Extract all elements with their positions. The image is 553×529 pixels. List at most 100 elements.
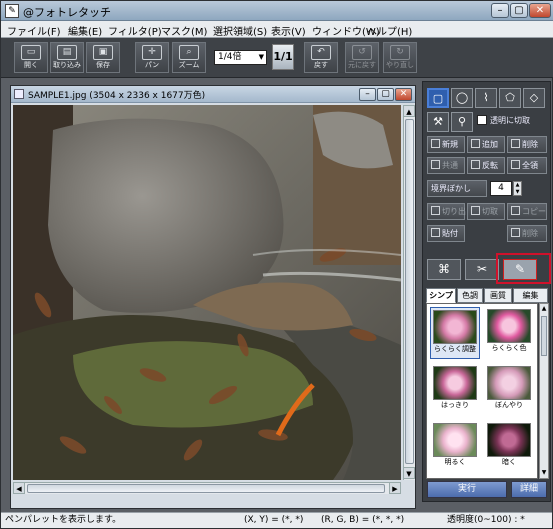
feather-edge-button[interactable]: 境界ぼかし [427, 180, 487, 197]
feather-amount-spinner[interactable]: ▲ ▼ [513, 181, 522, 196]
scroll-up-arrow[interactable]: ▲ [540, 304, 548, 313]
cut-out-icon [431, 206, 440, 215]
invert-selection-button[interactable]: 反転 [467, 157, 505, 174]
document-title: SAMPLE1.jpg (3504 x 2336 x 1677万色) [28, 91, 206, 101]
magic-wand-tool[interactable]: ⚒ [427, 112, 449, 132]
menu-mask[interactable]: マスク(M) [161, 23, 207, 38]
vertical-scrollbar[interactable]: ▲ ▼ [403, 105, 415, 480]
transparent-cut-checkbox[interactable] [477, 115, 487, 125]
tool-palette: ▢ ◯ ⌇ ⬠ ◇ ⚒ ⚲ 透明に切取 新規 追加 削除 共通 反転 全領 境界… [422, 81, 551, 502]
pan-button[interactable]: ✛ パン [135, 42, 169, 73]
add-selection-icon [471, 139, 480, 148]
effect-list-scrollbar[interactable]: ▲ ▼ [539, 303, 549, 479]
undo-icon: ↺ [352, 45, 372, 60]
photo-canvas[interactable] [13, 105, 401, 480]
open-button[interactable]: ▭ 開く [14, 42, 48, 73]
scroll-down-arrow[interactable]: ▼ [403, 467, 415, 479]
scroll-down-arrow[interactable]: ▼ [540, 468, 548, 477]
vertical-scroll-thumb[interactable] [405, 119, 414, 464]
scroll-right-arrow[interactable]: ▶ [389, 482, 401, 494]
curve-select-tool[interactable]: ◇ [523, 88, 545, 108]
tab-tone[interactable]: 色調 [457, 288, 483, 303]
run-button[interactable]: 実行 [427, 481, 507, 498]
title-bar: ✎ @フォトレタッチ – ▢ ✕ [1, 1, 553, 21]
horizontal-scroll-thumb[interactable] [27, 484, 385, 493]
save-button[interactable]: ▣ 保存 [86, 42, 120, 73]
effect-easy-adjust[interactable]: らくらく調整 [430, 307, 480, 359]
new-selection-icon [431, 139, 440, 148]
effect-sharpen[interactable]: はっきり [430, 364, 480, 416]
doc-close-button[interactable]: ✕ [395, 88, 412, 101]
effect-thumbnail [433, 423, 477, 457]
menu-file[interactable]: ファイル(F) [7, 23, 61, 38]
tab-edit[interactable]: 編集 [513, 288, 548, 303]
folder-icon: ▭ [21, 45, 41, 60]
effect-list-scroll-thumb[interactable] [541, 316, 547, 356]
menu-edit[interactable]: 編集(E) [68, 23, 102, 38]
rectangle-select-tool[interactable]: ▢ [427, 88, 449, 108]
redo-button[interactable]: ↻ やり直し [383, 42, 417, 73]
effect-thumbnail [487, 309, 531, 343]
polygon-select-tool[interactable]: ⬠ [499, 88, 521, 108]
photo-image [13, 105, 401, 480]
new-selection-button[interactable]: 新規 [427, 136, 465, 153]
app-icon: ✎ [5, 4, 19, 18]
subtract-selection-button[interactable]: 削除 [507, 136, 547, 153]
transparent-cut-label: 透明に切取 [490, 116, 530, 125]
menu-help[interactable]: ヘルプ(H) [367, 23, 412, 38]
paste-button[interactable]: 貼付 [427, 225, 465, 242]
close-button[interactable]: ✕ [529, 3, 551, 18]
doc-maximize-button[interactable]: ▢ [377, 88, 394, 101]
brush-palette-tab[interactable]: ✂ [465, 259, 499, 280]
redo-icon: ↻ [390, 45, 410, 60]
add-selection-button[interactable]: 追加 [467, 136, 505, 153]
subtract-selection-icon [511, 139, 520, 148]
actual-size-button[interactable]: 1/1 [272, 44, 294, 70]
effect-thumbnail [433, 366, 477, 400]
scissors-icon [471, 206, 480, 215]
select-all-button[interactable]: 全領 [507, 157, 547, 174]
return-icon: ↶ [311, 45, 331, 60]
highlight-box [496, 253, 551, 284]
maximize-button[interactable]: ▢ [510, 3, 528, 18]
freehand-select-tool[interactable]: ⌇ [475, 88, 497, 108]
effect-thumbnail [487, 366, 531, 400]
undo-button[interactable]: ↺ 元に戻す [345, 42, 379, 73]
doc-minimize-button[interactable]: – [359, 88, 376, 101]
effect-list: らくらく調整 らくらく色 はっきり ぼんやり 明るく 暗く [426, 303, 538, 479]
effect-brighten[interactable]: 明るく [430, 421, 480, 473]
zoom-button[interactable]: ⌕ ズーム [172, 42, 206, 73]
scroll-up-arrow[interactable]: ▲ [403, 105, 415, 117]
scroll-left-arrow[interactable]: ◀ [13, 482, 25, 494]
cut-button[interactable]: 切取 [467, 203, 505, 220]
menu-filter[interactable]: フィルタ(P) [108, 23, 162, 38]
effect-darken[interactable]: 暗く [484, 421, 534, 473]
menu-selection[interactable]: 選択領域(S) [213, 23, 267, 38]
details-button[interactable]: 詳細 [511, 481, 547, 498]
horizontal-scrollbar[interactable]: ◀ ▶ [13, 482, 401, 494]
copy-button[interactable]: コピー [507, 203, 547, 220]
ellipse-select-tool[interactable]: ◯ [451, 88, 473, 108]
menu-bar: ファイル(F) 編集(E) フィルタ(P) マスク(M) 選択領域(S) 表示(… [1, 21, 553, 38]
return-button[interactable]: ↶ 戻す [304, 42, 338, 73]
menu-view[interactable]: 表示(V) [271, 23, 306, 38]
effect-soften[interactable]: ぼんやり [484, 364, 534, 416]
effect-thumbnail [433, 310, 477, 344]
intersect-selection-button[interactable]: 共通 [427, 157, 465, 174]
tab-simple[interactable]: シンプル [426, 288, 456, 313]
magnifier-icon: ⌕ [179, 45, 199, 60]
tab-quality[interactable]: 画質 [484, 288, 512, 303]
effect-palette-tab[interactable]: ⌘ [427, 259, 461, 280]
status-opacity: 透明度(0~100) : * [447, 515, 525, 525]
effect-easy-color[interactable]: らくらく色 [484, 307, 534, 359]
delete-button[interactable]: 削除 [507, 225, 547, 242]
import-button[interactable]: ▤ 取り込み [50, 42, 84, 73]
cut-out-button[interactable]: 切り出 [427, 203, 466, 220]
minimize-button[interactable]: – [491, 3, 509, 18]
delete-icon [511, 228, 520, 237]
window-title: @フォトレタッチ [23, 6, 111, 19]
feather-amount-input[interactable]: 4 [490, 181, 512, 196]
status-bar: ペンパレットを表示します。 (X, Y) = (*, *) (R, G, B) … [1, 512, 552, 528]
color-select-tool[interactable]: ⚲ [451, 112, 473, 132]
zoom-level-select[interactable]: 1/4倍 ▼ [214, 50, 267, 65]
